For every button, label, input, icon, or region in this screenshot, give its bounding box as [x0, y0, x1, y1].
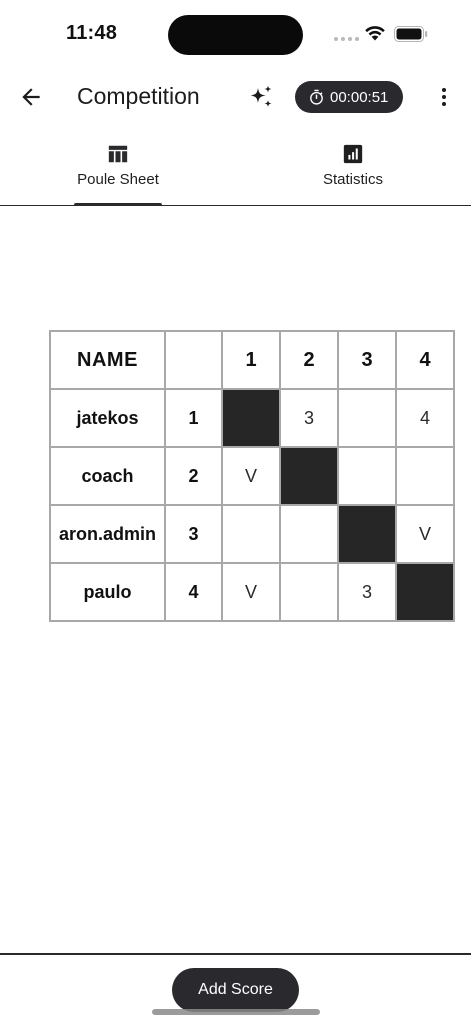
header-col-4: 4: [395, 330, 455, 390]
score-cell[interactable]: [221, 504, 281, 564]
fencer-name: aron.admin: [49, 504, 166, 564]
back-arrow-icon[interactable]: [18, 84, 44, 110]
active-tab-indicator: [74, 203, 162, 206]
score-cell[interactable]: [395, 446, 455, 506]
score-cell[interactable]: 4: [395, 388, 455, 448]
tab-statistics[interactable]: Statistics: [305, 134, 401, 205]
table-row: aron.admin 3 V: [49, 504, 455, 564]
score-cell[interactable]: V: [221, 446, 281, 506]
blocked-cell: [395, 562, 455, 622]
table-row: jatekos 1 3 4: [49, 388, 455, 448]
home-indicator: [152, 1009, 320, 1015]
tab-poule-sheet-label: Poule Sheet: [77, 171, 159, 188]
more-vert-icon[interactable]: [432, 85, 456, 109]
score-cell[interactable]: 3: [337, 562, 397, 622]
page-title: Competition: [77, 83, 200, 109]
score-cell[interactable]: [337, 446, 397, 506]
bottom-divider: [0, 953, 471, 955]
dynamic-island: [168, 15, 303, 55]
fencer-name: coach: [49, 446, 166, 506]
fencer-number: 2: [164, 446, 223, 506]
tab-bar: Poule Sheet Statistics: [0, 134, 471, 206]
score-cell[interactable]: V: [221, 562, 281, 622]
score-cell[interactable]: V: [395, 504, 455, 564]
status-bar: 11:48: [0, 0, 471, 70]
header-number: [164, 330, 223, 390]
tab-poule-sheet[interactable]: Poule Sheet: [65, 134, 171, 205]
blocked-cell: [221, 388, 281, 448]
app-bar: Competition 00:00:51: [0, 70, 471, 126]
status-time: 11:48: [66, 22, 118, 44]
table-header-row: NAME 1 2 3 4: [49, 330, 455, 390]
add-score-button[interactable]: Add Score: [172, 968, 299, 1012]
table-row: coach 2 V: [49, 446, 455, 506]
fencer-name: paulo: [49, 562, 166, 622]
header-col-2: 2: [279, 330, 339, 390]
header-name: NAME: [49, 330, 166, 390]
score-cell[interactable]: [337, 388, 397, 448]
cellular-signal-icon: [334, 37, 359, 41]
fencer-name: jatekos: [49, 388, 166, 448]
battery-icon: [394, 26, 428, 42]
blocked-cell: [279, 446, 339, 506]
timer-chip[interactable]: 00:00:51: [295, 81, 403, 113]
timer-value: 00:00:51: [330, 88, 389, 106]
blocked-cell: [337, 504, 397, 564]
sparkle-icon[interactable]: [247, 83, 275, 111]
poule-sheet-table: NAME 1 2 3 4 jatekos 1 3 4 coach 2 V aro…: [49, 330, 455, 622]
header-col-1: 1: [221, 330, 281, 390]
fencer-number: 1: [164, 388, 223, 448]
stopwatch-icon: [310, 89, 323, 105]
fencer-number: 3: [164, 504, 223, 564]
wifi-icon: [365, 26, 385, 41]
tab-statistics-label: Statistics: [322, 171, 383, 188]
bar-chart-icon: [343, 144, 363, 164]
score-cell[interactable]: [279, 504, 339, 564]
header-col-3: 3: [337, 330, 397, 390]
fencer-number: 4: [164, 562, 223, 622]
table-row: paulo 4 V 3: [49, 562, 455, 622]
score-cell[interactable]: [279, 562, 339, 622]
table-icon: [108, 145, 128, 163]
score-cell[interactable]: 3: [279, 388, 339, 448]
